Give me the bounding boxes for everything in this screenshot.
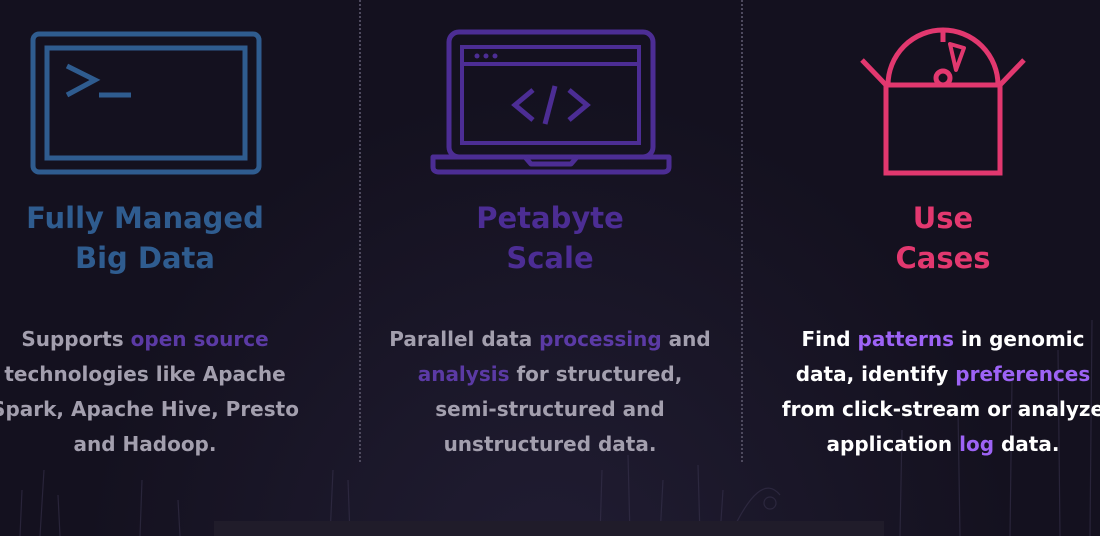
desc-text: and xyxy=(661,327,711,351)
title-line-1: Fully Managed xyxy=(26,201,264,235)
desc-highlight-preferences: preferences xyxy=(955,362,1091,386)
feature-title: Petabyte Scale xyxy=(385,198,715,278)
desc-text: Find xyxy=(801,327,858,351)
feature-title: Use Cases xyxy=(778,198,1100,278)
feature-use-cases: Use Cases Find patterns in genomic data,… xyxy=(778,0,1100,536)
feature-fully-managed: Fully Managed Big Data Supports open sou… xyxy=(0,0,310,536)
column-divider-left xyxy=(359,0,361,462)
desc-highlight-processing: processing xyxy=(539,327,662,351)
title-line-2: Cases xyxy=(895,241,991,275)
desc-text: technologies like Apache Spark, Apache H… xyxy=(0,362,299,456)
feature-description: Find patterns in genomic data, identify … xyxy=(778,322,1100,462)
desc-highlight-patterns: patterns xyxy=(857,327,955,351)
bottom-panel-edge xyxy=(214,521,884,536)
laptop-code-icon xyxy=(430,29,672,175)
terminal-icon xyxy=(30,31,262,175)
feature-description: Supports open source technologies like A… xyxy=(0,322,310,462)
feature-title: Fully Managed Big Data xyxy=(0,198,310,278)
feature-description: Parallel data processing and analysis fo… xyxy=(385,322,715,462)
title-line-1: Use xyxy=(912,201,974,235)
column-divider-right xyxy=(741,0,743,462)
desc-highlight-log: log xyxy=(959,432,995,456)
title-line-1: Petabyte xyxy=(476,201,624,235)
open-box-disc-icon xyxy=(860,27,1026,176)
feature-petabyte-scale: Petabyte Scale Parallel data processing … xyxy=(385,0,715,536)
desc-highlight-analysis: analysis xyxy=(417,362,510,386)
title-line-2: Big Data xyxy=(75,241,215,275)
title-line-2: Scale xyxy=(506,241,594,275)
desc-text: data. xyxy=(994,432,1060,456)
desc-text: Supports xyxy=(21,327,131,351)
desc-highlight-open-source: open source xyxy=(130,327,269,351)
desc-text: Parallel data xyxy=(389,327,540,351)
